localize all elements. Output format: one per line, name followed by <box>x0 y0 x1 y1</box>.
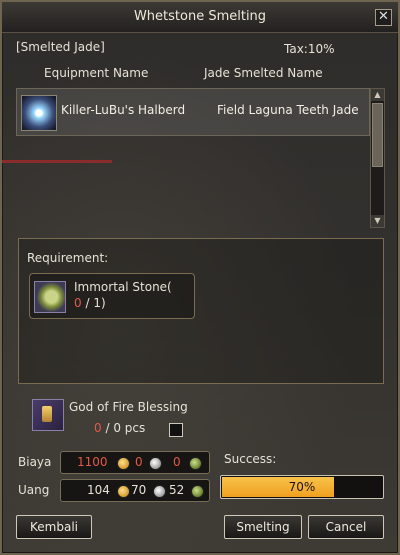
smelting-button[interactable]: Smelting <box>224 515 302 539</box>
requirement-need: / 1) <box>81 296 106 310</box>
blessing-have: 0 <box>94 421 102 435</box>
blessing-checkbox[interactable] <box>169 423 183 437</box>
gold-coin-icon <box>117 457 130 470</box>
blessing-scroll-icon <box>32 399 64 431</box>
smelting-window: Whetstone Smelting ✕ [Smelted Jade] Tax:… <box>0 0 400 555</box>
list-item[interactable]: Killer-LuBu's Halberd Field Laguna Teeth… <box>16 88 370 136</box>
scroll-up-icon[interactable]: ▲ <box>371 89 384 101</box>
gold-coin-icon <box>117 485 130 498</box>
window-title: Whetstone Smelting <box>133 9 267 24</box>
copper-coin-icon <box>189 457 202 470</box>
halberd-item-icon <box>21 95 57 131</box>
column-equipment-name: Equipment Name <box>44 66 149 80</box>
blessing-rest: / 0 pcs <box>101 421 146 435</box>
background-decoration <box>2 160 112 163</box>
uang-copper: 52 <box>169 483 185 497</box>
uang-balance-field: 104 70 52 <box>60 479 210 502</box>
immortal-stone-icon <box>34 281 66 313</box>
success-rate-bar: 70% <box>220 475 384 499</box>
biaya-label: Biaya <box>18 455 52 469</box>
tab-smelted-jade[interactable]: [Smelted Jade] <box>16 40 105 54</box>
scroll-thumb[interactable] <box>372 103 383 167</box>
list-scrollbar[interactable]: ▲ ▼ <box>370 88 385 228</box>
requirement-item-name: Immortal Stone( <box>74 280 172 294</box>
scroll-down-icon[interactable]: ▼ <box>371 215 384 227</box>
window-titlebar[interactable]: Whetstone Smelting ✕ <box>2 2 398 33</box>
uang-label: Uang <box>18 483 50 497</box>
jade-name: Field Laguna Teeth Jade <box>217 103 359 117</box>
requirement-have: 0 <box>74 296 82 310</box>
equipment-name: Killer-LuBu's Halberd <box>61 103 186 117</box>
requirement-title: Requirement: <box>27 251 109 265</box>
requirement-count: 0 / 1) <box>74 296 106 310</box>
biaya-copper: 0 <box>173 455 181 469</box>
uang-gold: 104 <box>87 483 110 497</box>
silver-coin-icon <box>149 457 162 470</box>
uang-silver: 70 <box>131 483 147 497</box>
biaya-cost-field: 1100 0 0 <box>60 451 210 474</box>
silver-coin-icon <box>153 485 166 498</box>
success-rate-text: 70% <box>288 480 316 494</box>
cancel-button[interactable]: Cancel <box>308 515 384 539</box>
biaya-gold: 1100 <box>77 455 108 469</box>
success-label: Success: <box>224 452 277 466</box>
blessing-count: 0 / 0 pcs <box>94 421 145 435</box>
tax-label: Tax:10% <box>284 42 335 56</box>
requirement-item: Immortal Stone( 0 / 1) <box>29 273 195 319</box>
back-button[interactable]: Kembali <box>16 515 92 539</box>
column-jade-name: Jade Smelted Name <box>204 66 323 80</box>
biaya-silver: 0 <box>135 455 143 469</box>
requirement-panel: Requirement: Immortal Stone( 0 / 1) <box>18 238 384 384</box>
copper-coin-icon <box>191 485 204 498</box>
close-icon[interactable]: ✕ <box>375 9 392 26</box>
blessing-name: God of Fire Blessing <box>69 400 188 414</box>
